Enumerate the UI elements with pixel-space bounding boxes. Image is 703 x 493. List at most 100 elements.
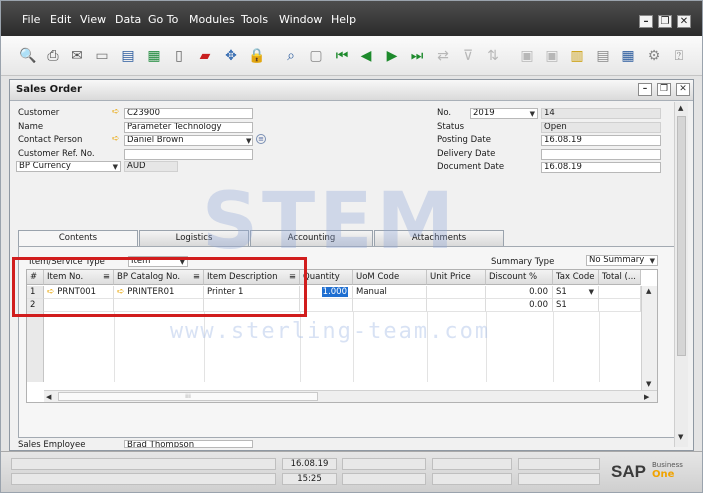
grid-vertical-scrollbar[interactable]: ▲ ▼ xyxy=(641,286,657,390)
lock-icon[interactable]: 🔒 xyxy=(248,48,265,64)
scroll-thumb[interactable]: ⁞⁞⁞ xyxy=(58,392,318,401)
table-cell-discount[interactable]: 0.00 xyxy=(486,299,553,312)
sales-employee-field[interactable]: Brad Thompson xyxy=(124,440,253,448)
tab-attachments[interactable]: Attachments xyxy=(374,230,504,246)
highlight-box xyxy=(12,257,307,317)
table-cell-quantity[interactable] xyxy=(300,299,353,312)
email-icon[interactable]: ✉ xyxy=(69,48,85,64)
dropdown-icon[interactable]: ▼ xyxy=(113,163,118,171)
next-record-icon[interactable]: ▶ xyxy=(384,48,400,64)
column-header[interactable]: Total (... xyxy=(599,270,641,285)
dropdown-icon[interactable]: ▼ xyxy=(246,137,251,145)
column-header[interactable]: Unit Price xyxy=(427,270,486,285)
sms-icon[interactable]: ▭ xyxy=(94,48,110,64)
payment-icon[interactable]: ▦ xyxy=(620,48,636,64)
delivery-date-field[interactable] xyxy=(541,149,661,160)
fax-icon[interactable]: ▤ xyxy=(120,48,136,64)
posting-date-field[interactable]: 16.08.19 xyxy=(541,135,661,146)
scroll-left-icon[interactable]: ◀ xyxy=(46,393,51,401)
target-document-icon[interactable]: ▣ xyxy=(544,48,560,64)
window-vertical-scrollbar[interactable]: ▲ ▼ xyxy=(674,102,688,447)
settings-icon[interactable]: ⚙ xyxy=(646,48,662,64)
window-titlebar: Sales Order – ❐ ✕ xyxy=(10,80,693,101)
tab-accounting[interactable]: Accounting xyxy=(250,230,373,246)
minimize-icon[interactable]: – xyxy=(639,15,653,28)
menu-help[interactable]: Help xyxy=(331,13,356,26)
minimize-icon[interactable]: – xyxy=(638,83,652,96)
find-icon[interactable]: ⌕ xyxy=(283,48,299,64)
table-cell-discount[interactable]: 0.00 xyxy=(486,286,553,299)
column-header[interactable]: Discount % xyxy=(486,270,553,285)
table-cell-tax[interactable]: S1 xyxy=(553,299,599,312)
menu-edit[interactable]: Edit xyxy=(50,13,71,26)
status-field xyxy=(432,458,512,470)
column-header[interactable]: Tax Code xyxy=(553,270,599,285)
journal-icon[interactable]: ▥ xyxy=(569,48,585,64)
refresh-icon[interactable]: ⇄ xyxy=(435,48,451,64)
menu-modules[interactable]: Modules xyxy=(189,13,235,26)
summary-type-select[interactable]: No Summary ▼ xyxy=(586,255,658,266)
sort-icon[interactable]: ⇅ xyxy=(485,48,501,64)
gross-profit-icon[interactable]: ▤ xyxy=(595,48,611,64)
scroll-thumb[interactable] xyxy=(677,116,686,356)
close-icon[interactable]: ✕ xyxy=(677,15,691,28)
word-icon[interactable]: ▯ xyxy=(171,48,187,64)
tab-contents[interactable]: Contents xyxy=(18,230,138,247)
restore-icon[interactable]: ❐ xyxy=(658,15,672,28)
print-icon[interactable]: ⎙ xyxy=(45,48,61,64)
base-document-icon[interactable]: ▣ xyxy=(519,48,535,64)
contact-person-field[interactable]: Daniel Brown xyxy=(124,135,253,146)
table-cell-uom[interactable] xyxy=(353,299,427,312)
help-icon[interactable]: ⍰ xyxy=(671,48,687,64)
customer-field[interactable]: C23900 xyxy=(124,108,253,119)
column-header[interactable]: Quantity xyxy=(300,270,353,285)
column-header[interactable]: UoM Code xyxy=(353,270,427,285)
launch-icon[interactable]: ✥ xyxy=(223,48,239,64)
scroll-up-icon[interactable]: ▲ xyxy=(646,287,651,295)
pdf-icon[interactable]: ▰ xyxy=(197,48,213,64)
dropdown-icon[interactable]: ▼ xyxy=(589,286,594,298)
previous-record-icon[interactable]: ◀ xyxy=(358,48,374,64)
document-date-field[interactable]: 16.08.19 xyxy=(541,162,661,173)
table-cell-unit-price[interactable] xyxy=(427,299,486,312)
scroll-right-icon[interactable]: ▶ xyxy=(644,393,649,401)
scroll-down-icon[interactable]: ▼ xyxy=(678,433,683,441)
scroll-down-icon[interactable]: ▼ xyxy=(646,380,651,388)
scroll-up-icon[interactable]: ▲ xyxy=(678,104,683,112)
dropdown-icon[interactable]: ▼ xyxy=(650,257,655,265)
first-record-icon[interactable]: ⏮ xyxy=(334,48,350,64)
series-select[interactable]: 2019 ▼ xyxy=(470,108,538,119)
menu-file[interactable]: File xyxy=(22,13,40,26)
table-cell-total[interactable] xyxy=(599,299,641,312)
close-icon[interactable]: ✕ xyxy=(676,83,690,96)
status-field xyxy=(342,473,426,485)
link-arrow-icon[interactable]: ➪ xyxy=(112,134,120,144)
add-icon[interactable]: ▢ xyxy=(308,48,324,64)
link-arrow-icon[interactable]: ➪ xyxy=(112,107,120,117)
contact-info-icon[interactable]: ≡ xyxy=(256,134,266,144)
grid-horizontal-scrollbar[interactable]: ◀ ⁞⁞⁞ ▶ xyxy=(44,390,657,402)
menu-tools[interactable]: Tools xyxy=(241,13,268,26)
name-field[interactable]: Parameter Technology xyxy=(124,122,253,133)
table-cell-uom[interactable]: Manual xyxy=(353,286,427,299)
table-cell-quantity[interactable]: 1.000 xyxy=(300,286,353,299)
dropdown-icon[interactable]: ▼ xyxy=(530,110,535,118)
filter-icon[interactable]: ⊽ xyxy=(460,48,476,64)
last-record-icon[interactable]: ⏭ xyxy=(409,48,425,64)
table-cell-tax[interactable]: S1 ▼ xyxy=(553,286,599,299)
menu-goto[interactable]: Go To xyxy=(148,13,178,26)
row-number-column xyxy=(27,312,44,382)
table-cell-total[interactable] xyxy=(599,286,641,299)
menu-data[interactable]: Data xyxy=(115,13,141,26)
currency-type-select[interactable]: BP Currency ▼ xyxy=(16,161,121,172)
customer-ref-field[interactable] xyxy=(124,149,253,160)
doc-number-label: No. xyxy=(437,108,452,118)
menu-view[interactable]: View xyxy=(80,13,106,26)
preview-icon[interactable]: 🔍 xyxy=(19,48,36,64)
document-date-label: Document Date xyxy=(437,162,505,172)
excel-icon[interactable]: ▦ xyxy=(146,48,162,64)
tab-logistics[interactable]: Logistics xyxy=(139,230,249,246)
table-cell-unit-price[interactable] xyxy=(427,286,486,299)
restore-icon[interactable]: ❐ xyxy=(657,83,671,96)
menu-window[interactable]: Window xyxy=(279,13,322,26)
